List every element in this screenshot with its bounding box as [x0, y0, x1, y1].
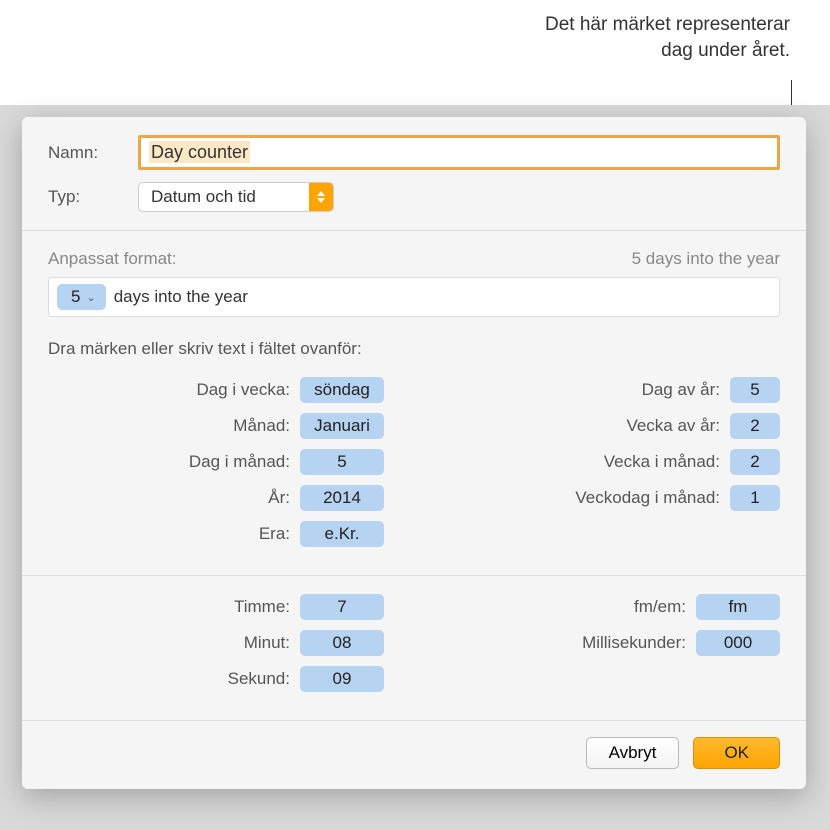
time-tokens-right: fm/em:fm Millisekunder:000 [444, 594, 780, 702]
name-label: Namn: [48, 143, 128, 163]
updown-icon [309, 183, 333, 211]
format-dialog: Namn: Day counter Typ: Datum och tid Anp… [22, 117, 806, 789]
token-day-of-year[interactable]: 5 [730, 377, 780, 403]
time-tokens-left: Timme:7 Minut:08 Sekund:09 [48, 594, 384, 702]
callout-annotation: Det här märket representerar dag under å… [545, 12, 790, 63]
token-month[interactable]: Januari [300, 413, 384, 439]
custom-format-label: Anpassat format: [48, 249, 177, 269]
token-day-of-month[interactable]: 5 [300, 449, 384, 475]
ok-button[interactable]: OK [693, 737, 780, 769]
dialog-footer: Avbryt OK [22, 721, 806, 789]
name-input[interactable]: Day counter [138, 135, 780, 170]
token-second[interactable]: 09 [300, 666, 384, 692]
type-label: Typ: [48, 187, 128, 207]
format-field[interactable]: 5 ⌄ days into the year [48, 277, 780, 317]
type-select[interactable]: Datum och tid [138, 182, 334, 212]
format-preview: 5 days into the year [632, 249, 780, 269]
token-year[interactable]: 2014 [300, 485, 384, 511]
chevron-down-icon: ⌄ [86, 291, 95, 304]
token-day-of-week[interactable]: söndag [300, 377, 384, 403]
format-text: days into the year [114, 287, 248, 307]
token-week-of-year[interactable]: 2 [730, 413, 780, 439]
date-tokens-left: Dag i vecka:söndag Månad:Januari Dag i m… [48, 377, 384, 557]
token-minute[interactable]: 08 [300, 630, 384, 656]
date-tokens-right: Dag av år:5 Vecka av år:2 Vecka i månad:… [444, 377, 780, 557]
token-hour[interactable]: 7 [300, 594, 384, 620]
token-weekday-of-month[interactable]: 1 [730, 485, 780, 511]
token-milliseconds[interactable]: 000 [696, 630, 780, 656]
token-week-of-month[interactable]: 2 [730, 449, 780, 475]
format-token-day-of-year[interactable]: 5 ⌄ [57, 284, 106, 310]
token-era[interactable]: e.Kr. [300, 521, 384, 547]
drag-instruction: Dra märken eller skriv text i fältet ova… [48, 339, 780, 359]
token-ampm[interactable]: fm [696, 594, 780, 620]
cancel-button[interactable]: Avbryt [586, 737, 680, 769]
